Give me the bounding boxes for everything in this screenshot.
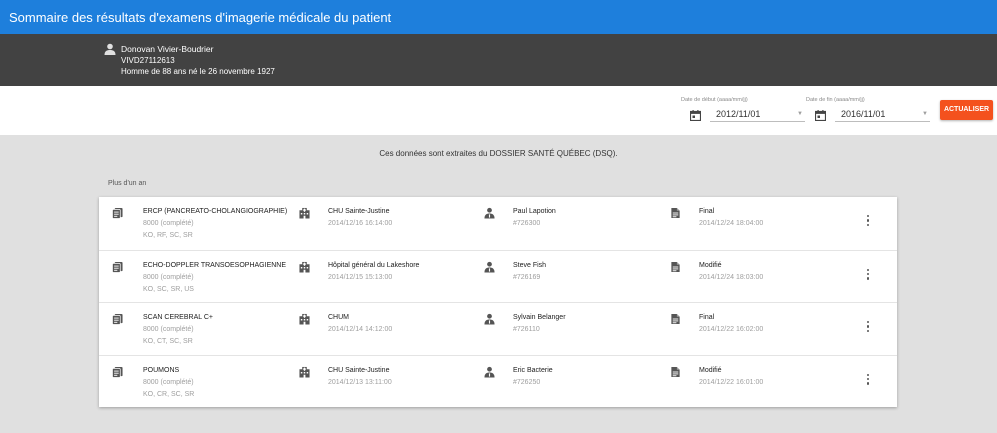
start-date-input[interactable]: 2012/11/01 [716, 109, 760, 119]
doctor-icon [484, 313, 495, 325]
chevron-down-icon[interactable]: ▼ [922, 111, 928, 117]
report-status: Final [699, 208, 715, 215]
more-vert-icon[interactable] [866, 268, 870, 283]
hospital-icon [299, 366, 310, 377]
exam-modalities: KO, CR, SC, SR [143, 390, 195, 398]
exam-document-icon [112, 366, 123, 378]
hospital-icon [299, 207, 310, 219]
patient-description: Homme de 88 ans né le 26 novembre 1927 [121, 67, 275, 76]
exam-document-icon [112, 313, 123, 325]
exam-row[interactable]: POUMONS 8000 (complété) KO, CR, SC, SR C… [99, 354, 897, 408]
exam-row[interactable]: SCAN CEREBRAL C+ 8000 (complété) KO, CT,… [99, 302, 897, 355]
doctor-icon [484, 207, 495, 219]
refresh-button[interactable]: ACTUALISER [940, 100, 993, 120]
more-vert-icon[interactable] [866, 321, 870, 335]
patient-banner: Donovan Vivier-Boudrier VIVD27112613 Hom… [0, 34, 997, 86]
exam-document-icon [112, 261, 123, 273]
patient-id: VIVD27112613 [121, 56, 175, 65]
exam-row[interactable]: ERCP (PANCREATO-CHOLANGIOGRAPHIE) 8000 (… [99, 197, 897, 250]
chevron-down-icon[interactable]: ▼ [797, 111, 803, 117]
exam-date: 2014/12/14 14:12:00 [328, 326, 393, 333]
start-date-underline [710, 121, 805, 122]
start-date-label: Date de début (aaaa/mm/jj) [681, 97, 748, 103]
section-label: Plus d'un an [108, 180, 147, 187]
exam-date: 2014/12/16 16:14:00 [328, 220, 393, 227]
exam-date: 2014/12/13 13:11:00 [328, 378, 392, 386]
report-status: Modifié [699, 261, 722, 269]
exam-name: SCAN CEREBRAL C+ [143, 314, 213, 321]
exam-status: 8000 (complété) [143, 378, 194, 386]
end-date-input[interactable]: 2016/11/01 [841, 109, 885, 119]
report-date: 2014/12/24 18:04:00 [699, 220, 764, 227]
exam-modalities: KO, SC, SR, US [143, 285, 194, 293]
report-status: Final [699, 314, 715, 321]
report-icon [671, 366, 680, 377]
facility-name: CHUM [328, 314, 349, 321]
exam-status: 8000 (complété) [143, 326, 194, 333]
doctor-name: Sylvain Belanger [513, 314, 566, 321]
exam-name: ECHO-DOPPLER TRANSOESOPHAGIENNE [143, 261, 287, 269]
exam-row[interactable]: ECHO-DOPPLER TRANSOESOPHAGIENNE 8000 (co… [99, 249, 897, 303]
report-icon [671, 313, 680, 325]
person-icon [104, 43, 116, 55]
doctor-icon [484, 261, 495, 272]
doctor-name: Steve Fish [513, 261, 547, 269]
hospital-icon [299, 261, 310, 272]
doctor-id: #726110 [513, 326, 540, 333]
doctor-name: Paul Lapotion [513, 208, 556, 215]
date-filter-bar: Date de début (aaaa/mm/jj) 2012/11/01 ▼ … [0, 86, 997, 135]
exam-document-icon [112, 207, 123, 219]
exam-date: 2014/12/15 15:13:00 [328, 273, 393, 281]
exam-modalities: KO, RF, SC, SR [143, 232, 193, 239]
report-icon [671, 207, 680, 219]
report-date: 2014/12/22 16:01:00 [699, 378, 764, 386]
exam-modalities: KO, CT, SC, SR [143, 338, 193, 345]
page-title: Sommaire des résultats d'examens d'image… [9, 10, 392, 25]
facility-name: Hôpital général du Lakeshore [328, 261, 420, 269]
source-note: Ces données sont extraites du DOSSIER SA… [379, 149, 618, 158]
doctor-id: #726250 [513, 378, 541, 386]
calendar-icon[interactable] [690, 110, 701, 121]
exam-list: ERCP (PANCREATO-CHOLANGIOGRAPHIE) 8000 (… [99, 197, 897, 407]
exam-status: 8000 (complété) [143, 220, 194, 227]
end-date-underline [835, 121, 930, 122]
facility-name: CHU Sainte-Justine [328, 366, 390, 374]
facility-name: CHU Sainte-Justine [328, 208, 390, 215]
report-date: 2014/12/24 18:03:00 [699, 273, 764, 281]
exam-name: POUMONS [143, 366, 180, 374]
report-icon [671, 261, 680, 272]
more-vert-icon[interactable] [866, 215, 870, 229]
more-vert-icon[interactable] [866, 373, 870, 388]
hospital-icon [299, 313, 310, 325]
doctor-name: Eric Bacterie [513, 366, 553, 374]
exam-status: 8000 (complété) [143, 273, 194, 281]
patient-name: Donovan Vivier-Boudrier [121, 44, 214, 54]
doctor-id: #726169 [513, 273, 541, 281]
app-header: Sommaire des résultats d'examens d'image… [0, 0, 997, 34]
exam-name: ERCP (PANCREATO-CHOLANGIOGRAPHIE) [143, 208, 288, 215]
doctor-id: #726300 [513, 220, 541, 227]
calendar-icon[interactable] [815, 110, 826, 121]
report-date: 2014/12/22 16:02:00 [699, 326, 764, 333]
end-date-label: Date de fin (aaaa/mm/jj) [806, 97, 865, 103]
report-status: Modifié [699, 366, 722, 374]
doctor-icon [484, 366, 495, 377]
